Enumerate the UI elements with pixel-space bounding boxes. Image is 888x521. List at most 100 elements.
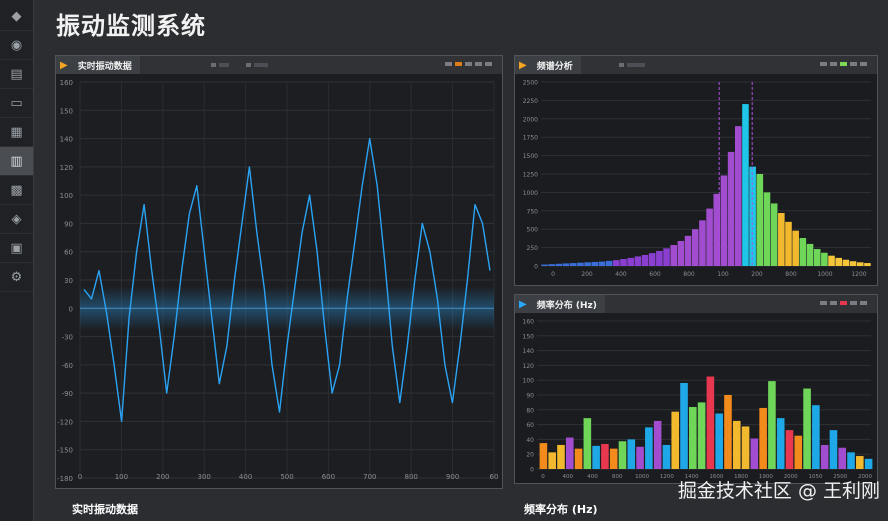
tab-marker-icon — [254, 63, 268, 67]
distribution-bar — [592, 445, 600, 469]
control-icon[interactable] — [830, 62, 837, 66]
distribution-bar — [627, 439, 636, 469]
spectrum-bar — [856, 262, 864, 266]
x-tick-label: 900 — [446, 473, 459, 481]
spectrum-bar — [864, 263, 871, 266]
y-tick-label: -90 — [62, 390, 73, 398]
control-icon[interactable] — [860, 62, 867, 66]
control-icon[interactable] — [465, 62, 472, 66]
distribution-bar — [820, 444, 829, 469]
y-tick-label: 0 — [530, 467, 534, 474]
distribution-controls[interactable] — [820, 301, 867, 305]
realtime-controls[interactable] — [445, 62, 492, 66]
y-tick-label: 1500 — [523, 153, 538, 160]
tab-spectrum[interactable]: ▶ 频谱分析 — [515, 56, 581, 74]
spectrum-bar — [598, 261, 606, 266]
distribution-bar — [785, 430, 794, 469]
realtime-caption: 实时振动数据 — [72, 503, 138, 516]
distribution-bar — [803, 388, 811, 469]
control-icon[interactable] — [850, 301, 857, 305]
tab-distribution-label: 频率分布 (Hz) — [536, 300, 597, 311]
distribution-bar — [847, 452, 855, 469]
gear-icon[interactable]: ◈ — [0, 205, 33, 234]
settings-icon[interactable]: ⚙ — [0, 263, 33, 292]
x-tick-label: 800 — [683, 271, 695, 278]
y-tick-label: 0 — [534, 264, 538, 271]
play-icon[interactable]: ▶ — [519, 60, 527, 71]
distribution-bar — [724, 395, 732, 469]
sidebar: ◆ ◉ ▤ ▭ ▦ ▥ ▩ ◈ ▣ ⚙ — [0, 0, 34, 521]
control-icon[interactable] — [485, 62, 492, 66]
gauge-icon[interactable]: ◉ — [0, 31, 33, 60]
spectrum-bar — [813, 249, 821, 266]
spectrum-bar — [699, 220, 706, 266]
spectrum-bar — [684, 235, 692, 266]
control-icon[interactable] — [820, 301, 827, 305]
watermark-text: 掘金技术社区 @ 王利刚 — [677, 480, 880, 502]
display-icon[interactable]: ▣ — [0, 234, 33, 263]
control-icon[interactable] — [475, 62, 482, 66]
distribution-panel: ▶ 频率分布 (Hz) 160 150 140 120 100 90 80 60 40 20 0 0 4… — [514, 294, 878, 484]
y-tick-label: 40 — [526, 437, 534, 444]
x-tick-label: 100 — [115, 473, 128, 481]
spectrum-bar — [756, 174, 764, 266]
tab-marker-icon — [619, 63, 624, 67]
y-tick-label: 90 — [526, 393, 534, 400]
chart-icon[interactable]: ▦ — [0, 118, 33, 147]
page-title: 振动监测系统 — [56, 12, 206, 40]
control-icon[interactable] — [445, 62, 452, 66]
control-icon[interactable] — [820, 62, 827, 66]
spectrum-bar — [799, 238, 807, 266]
spectrum-bar — [627, 257, 634, 266]
control-icon[interactable] — [830, 301, 837, 305]
x-tick-label: 800 — [785, 271, 797, 278]
distribution-bar — [741, 426, 750, 469]
monitor-icon[interactable]: ▭ — [0, 89, 33, 118]
spectrum-bar — [835, 257, 843, 266]
sensor-icon[interactable]: ▩ — [0, 176, 33, 205]
tab-distribution[interactable]: ▶ 频率分布 (Hz) — [515, 295, 605, 313]
spectrum-bar — [541, 264, 548, 266]
spectrum-bar — [842, 259, 850, 266]
control-icon[interactable] — [840, 301, 847, 305]
play-icon[interactable]: ▶ — [60, 60, 68, 71]
tab-placeholder-2[interactable] — [246, 56, 271, 74]
spectrum-bar — [749, 166, 756, 266]
spectrum-bar — [620, 259, 627, 266]
spectrum-bar — [763, 192, 771, 266]
distribution-bar — [574, 448, 583, 469]
distribution-chart: 160 150 140 120 100 90 80 60 40 20 0 0 400 400 800 1000… — [515, 313, 877, 483]
control-icon[interactable] — [455, 62, 462, 66]
x-tick-label: 400 — [239, 473, 252, 481]
distribution-bar — [680, 382, 688, 469]
y-tick-label: 100 — [60, 192, 73, 200]
database-icon[interactable]: ▤ — [0, 60, 33, 89]
tab-marker-icon — [219, 63, 229, 67]
spectrum-bar — [641, 254, 649, 266]
x-tick-label: 400 — [587, 474, 598, 480]
play-icon[interactable]: ▶ — [519, 299, 527, 310]
distribution-bar — [609, 448, 618, 469]
tab-placeholder-3[interactable] — [619, 56, 648, 74]
distribution-bar — [653, 420, 662, 469]
y-tick-label: 60 — [526, 422, 534, 429]
distribution-bar — [697, 402, 706, 469]
spectrum-bar — [634, 256, 642, 266]
control-icon[interactable] — [840, 62, 847, 66]
distribution-bar — [662, 444, 671, 469]
x-tick-label: 200 — [751, 271, 763, 278]
tab-placeholder-1[interactable] — [211, 56, 232, 74]
y-tick-label: 160 — [523, 319, 535, 326]
spectrum-controls[interactable] — [820, 62, 867, 66]
control-icon[interactable] — [860, 301, 867, 305]
tab-realtime-label: 实时振动数据 — [77, 61, 132, 72]
y-tick-label: 2000 — [523, 116, 538, 123]
x-tick-label: 0 — [78, 473, 82, 481]
dashboard-icon[interactable]: ◆ — [0, 2, 33, 31]
x-tick-label: 1000 — [817, 271, 832, 278]
distribution-bar — [759, 407, 767, 469]
layers-icon[interactable]: ▥ — [0, 147, 33, 176]
y-tick-label: 500 — [527, 227, 539, 234]
control-icon[interactable] — [850, 62, 857, 66]
tab-realtime[interactable]: ▶ 实时振动数据 — [56, 56, 140, 74]
